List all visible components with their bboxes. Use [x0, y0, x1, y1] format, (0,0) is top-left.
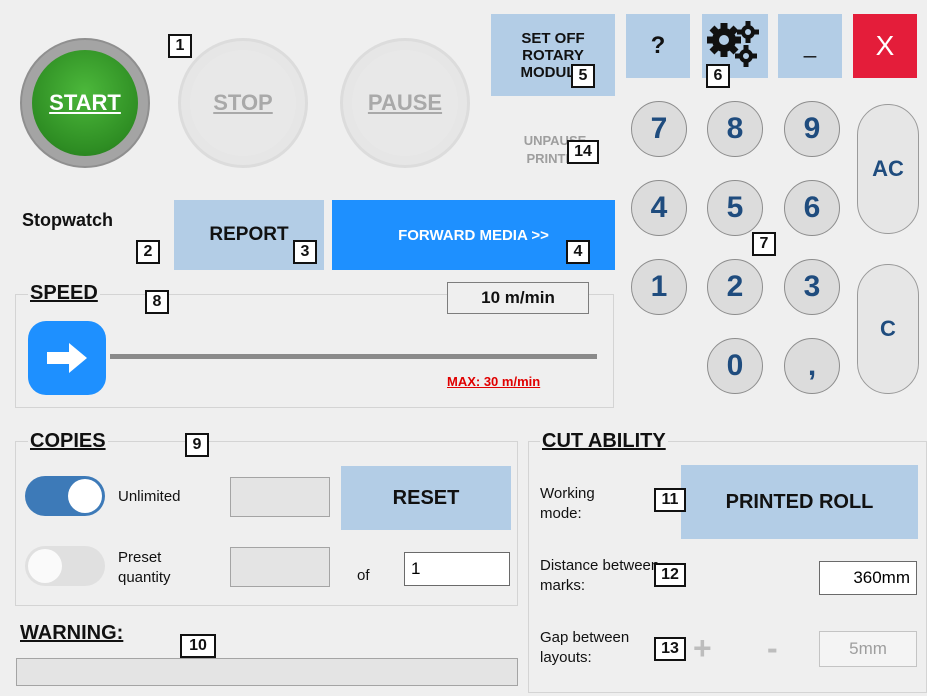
speed-value-display: 10 m/min — [447, 282, 589, 314]
speed-slider-thumb[interactable] — [28, 321, 106, 395]
pause-button-label: PAUSE — [352, 50, 458, 156]
unlimited-toggle[interactable] — [25, 476, 105, 516]
callout-1: 1 — [168, 34, 192, 58]
toggle-knob — [68, 479, 102, 513]
callout-12: 12 — [654, 563, 686, 587]
gap-between-layouts-label: Gap between layouts: — [540, 629, 630, 666]
stopwatch-label: Stopwatch — [22, 210, 114, 230]
gap-decrease-button[interactable]: - — [767, 630, 778, 667]
close-button[interactable]: X — [853, 14, 917, 78]
copies-count-field — [230, 477, 330, 517]
key-8[interactable]: 8 — [707, 101, 763, 157]
callout-11: 11 — [654, 488, 686, 512]
cut-ability-title: CUT ABILITY — [540, 430, 668, 453]
copies-title: COPIES — [28, 430, 108, 453]
working-mode-button[interactable]: PRINTED ROLL — [681, 465, 918, 539]
set-off-rotary-module-button[interactable]: SET OFF ROTARY MODULE — [491, 14, 615, 96]
speed-title: SPEED — [28, 282, 100, 305]
clear-button[interactable]: C — [857, 264, 919, 394]
gap-increase-button[interactable]: + — [693, 630, 712, 667]
minimize-button[interactable]: _ — [778, 14, 842, 78]
preset-quantity-label: Preset quantity — [118, 549, 171, 586]
reset-button[interactable]: RESET — [341, 466, 511, 530]
distance-between-marks-input[interactable] — [819, 561, 917, 595]
callout-3: 3 — [293, 240, 317, 264]
unlimited-label: Unlimited — [118, 488, 181, 505]
callout-4: 4 — [566, 240, 590, 264]
key-7[interactable]: 7 — [631, 101, 687, 157]
stop-button[interactable]: STOP — [178, 38, 308, 168]
working-mode-label: Working mode: — [540, 485, 595, 522]
key-6[interactable]: 6 — [784, 180, 840, 236]
distance-between-marks-label: Distance between marks: — [540, 557, 660, 594]
warning-title: WARNING: — [18, 622, 126, 645]
callout-7: 7 — [752, 232, 776, 256]
callout-14: 14 — [567, 140, 599, 164]
preset-quantity-input[interactable] — [404, 552, 510, 586]
callout-5: 5 — [571, 64, 595, 88]
preset-progress-field — [230, 547, 330, 587]
key-0[interactable]: 0 — [707, 338, 763, 394]
start-button[interactable]: START — [20, 38, 150, 168]
pause-button[interactable]: PAUSE — [340, 38, 470, 168]
key-2[interactable]: 2 — [707, 259, 763, 315]
gap-between-layouts-field: 5mm — [819, 631, 917, 667]
key-9[interactable]: 9 — [784, 101, 840, 157]
callout-10: 10 — [180, 634, 216, 658]
key-comma[interactable]: , — [784, 338, 840, 394]
warning-message-box — [16, 658, 518, 686]
callout-6: 6 — [706, 64, 730, 88]
start-button-label: START — [32, 50, 138, 156]
clear-all-button[interactable]: AC — [857, 104, 919, 234]
of-label: of — [357, 567, 370, 584]
key-1[interactable]: 1 — [631, 259, 687, 315]
key-3[interactable]: 3 — [784, 259, 840, 315]
key-5[interactable]: 5 — [707, 180, 763, 236]
key-4[interactable]: 4 — [631, 180, 687, 236]
speed-max-label: MAX: 30 m/min — [447, 374, 541, 389]
help-button[interactable]: ? — [626, 14, 690, 78]
preset-quantity-toggle[interactable] — [25, 546, 105, 586]
stop-button-label: STOP — [190, 50, 296, 156]
toggle-knob — [28, 549, 62, 583]
arrow-right-icon — [47, 343, 87, 373]
callout-13: 13 — [654, 637, 686, 661]
speed-slider-track[interactable] — [110, 354, 597, 359]
callout-9: 9 — [185, 433, 209, 457]
callout-2: 2 — [136, 240, 160, 264]
callout-8: 8 — [145, 290, 169, 314]
